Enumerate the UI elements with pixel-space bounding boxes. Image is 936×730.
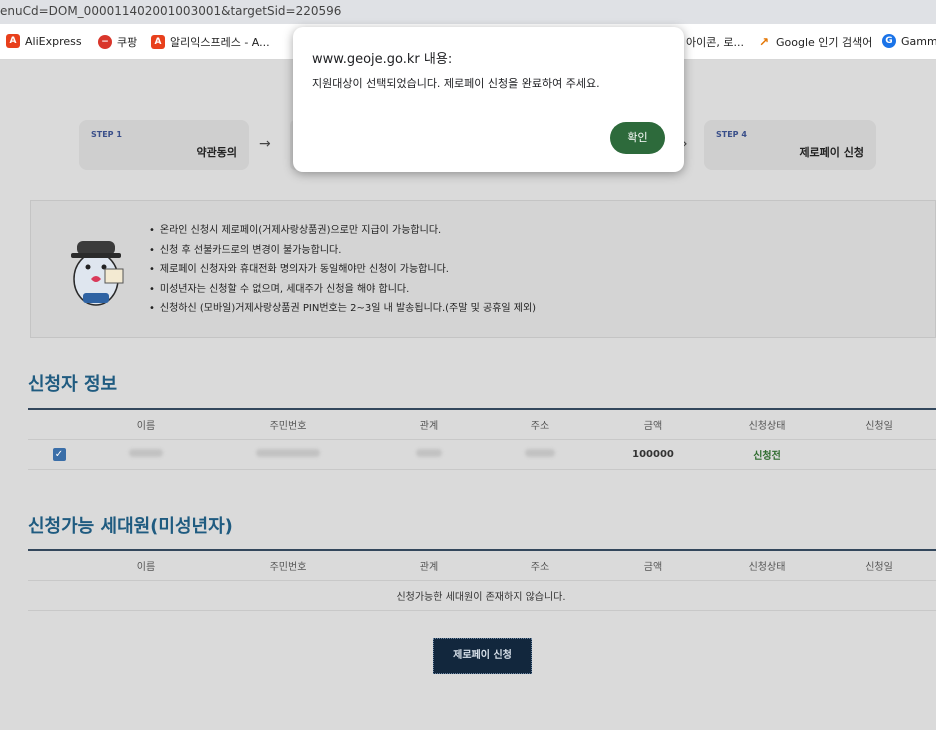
col-relation: 관계 (419, 421, 439, 432)
blurred-address (525, 449, 555, 457)
col-name: 이름 (136, 562, 156, 573)
col-address: 주소 (530, 562, 550, 573)
blurred-relation (416, 449, 442, 457)
col-status: 신청상태 (748, 562, 786, 573)
bookmark-aliexpress[interactable]: A AliExpress (6, 34, 82, 48)
bookmark-google-trends[interactable]: ↗ Google 인기 검색어 (757, 34, 872, 50)
bookmark-label: Google 인기 검색어 (776, 36, 873, 49)
address-bar[interactable]: enuCd=DOM_000011402001003001&targetSid=2… (0, 0, 936, 24)
bookmark-icons[interactable]: 아이콘, 로... (686, 34, 744, 50)
household-table: 이름 주민번호 관계 주소 금액 신청상태 신청일 신청가능한 세대원이 존재하… (28, 549, 936, 611)
blurred-name (129, 449, 163, 457)
bookmark-label: 아이콘, 로... (686, 36, 744, 49)
blurred-rrn (256, 449, 320, 457)
bookmark-label: Gamma (901, 34, 936, 48)
bookmark-aliexpress-kr[interactable]: A 알리익스프레스 - A... (151, 34, 270, 50)
dialog-ok-button[interactable]: 확인 (610, 122, 665, 154)
coupang-icon: − (98, 35, 112, 49)
step-title: 제로페이 신청 (799, 146, 864, 159)
table-row: ✓ 100000 신청전 (28, 440, 936, 470)
table-header: 이름 주민번호 관계 주소 금액 신청상태 신청일 (28, 551, 936, 581)
notice-item: 신청하신 (모바일)거제사랑상품권 PIN번호는 2~3일 내 발송됩니다.(주… (149, 299, 536, 319)
col-rrn: 주민번호 (269, 421, 307, 432)
url-text: enuCd=DOM_000011402001003001&targetSid=2… (0, 4, 342, 18)
col-status: 신청상태 (748, 421, 786, 432)
table-row: 신청가능한 세대원이 존재하지 않습니다. (28, 581, 936, 611)
col-amount: 금액 (643, 562, 663, 573)
aliexpress-icon: A (151, 35, 165, 49)
notice-item: 미성년자는 신청할 수 없으며, 세대주가 신청을 해야 합니다. (149, 280, 536, 300)
notice-box: 온라인 신청시 제로페이(거제사랑상품권)으로만 지급이 가능합니다. 신청 후… (30, 200, 936, 338)
col-relation: 관계 (419, 562, 439, 573)
step-number: STEP 4 (716, 130, 747, 139)
col-date: 신청일 (865, 421, 893, 432)
aliexpress-icon: A (6, 34, 20, 48)
trend-icon: ↗ (758, 35, 770, 49)
zeropay-apply-button[interactable]: 제로페이 신청 (433, 638, 532, 674)
notice-item: 제로페이 신청자와 휴대전화 명의자가 동일해야만 신청이 가능합니다. (149, 260, 536, 280)
gamma-icon: G (882, 34, 896, 48)
col-rrn: 주민번호 (269, 562, 307, 573)
step-title: 약관동의 (196, 146, 237, 159)
bookmark-label: 알리익스프레스 - A... (170, 36, 270, 49)
bookmark-coupang[interactable]: − 쿠팡 (98, 34, 137, 50)
notice-item: 신청 후 선불카드로의 변경이 불가능합니다. (149, 241, 536, 261)
mascot-icon (71, 241, 124, 306)
dialog-message: 지원대상이 선택되었습니다. 제로페이 신청을 완료하여 주세요. (312, 77, 600, 90)
empty-message: 신청가능한 세대원이 존재하지 않습니다. (396, 592, 566, 603)
col-name: 이름 (136, 421, 156, 432)
bookmark-label: 쿠팡 (117, 36, 138, 49)
select-checkbox[interactable]: ✓ (52, 448, 66, 461)
notice-list: 온라인 신청시 제로페이(거제사랑상품권)으로만 지급이 가능합니다. 신청 후… (149, 221, 536, 319)
bookmark-label: AliExpress (25, 34, 82, 48)
table-header: 이름 주민번호 관계 주소 금액 신청상태 신청일 (28, 410, 936, 440)
amount-value: 100000 (632, 449, 674, 460)
col-amount: 금액 (643, 421, 663, 432)
step-number: STEP 1 (91, 130, 122, 139)
applicant-table: 이름 주민번호 관계 주소 금액 신청상태 신청일 ✓ 100000 신청전 (28, 408, 936, 470)
notice-item: 온라인 신청시 제로페이(거제사랑상품권)으로만 지급이 가능합니다. (149, 221, 536, 241)
arrow-right-icon: → (259, 136, 271, 152)
applicant-section-title: 신청자 정보 (28, 374, 118, 395)
col-date: 신청일 (865, 562, 893, 573)
dialog-title: www.geoje.go.kr 내용: (312, 52, 453, 67)
household-section-title: 신청가능 세대원(미성년자) (28, 516, 233, 537)
step-1: STEP 1 약관동의 (79, 120, 249, 170)
status-value: 신청전 (753, 451, 781, 462)
step-4: STEP 4 제로페이 신청 (704, 120, 876, 170)
bookmark-gamma[interactable]: G Gamma (882, 34, 936, 48)
col-address: 주소 (530, 421, 550, 432)
alert-dialog: www.geoje.go.kr 내용: 지원대상이 선택되었습니다. 제로페이 … (293, 27, 684, 172)
